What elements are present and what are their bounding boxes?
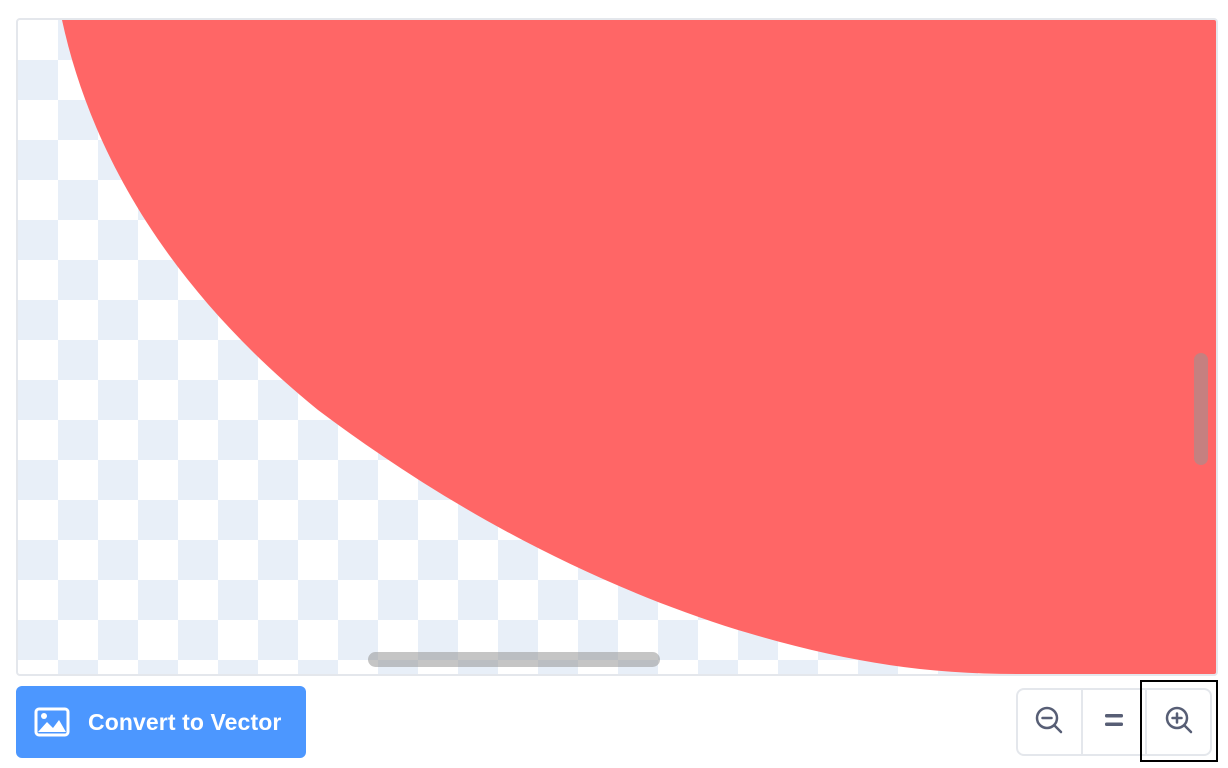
equals-icon [1103, 712, 1125, 733]
paint-canvas[interactable] [16, 18, 1218, 676]
horizontal-scrollbar[interactable] [368, 652, 660, 667]
vertical-scrollbar[interactable] [1194, 353, 1208, 465]
zoom-out-icon [1034, 705, 1064, 740]
zoom-controls [1016, 688, 1212, 756]
zoom-in-icon [1164, 705, 1194, 740]
red-shape [62, 20, 1216, 674]
convert-to-vector-button[interactable]: Convert to Vector [16, 686, 306, 758]
convert-button-label: Convert to Vector [88, 708, 282, 735]
zoom-reset-button[interactable] [1080, 690, 1146, 754]
zoom-out-button[interactable] [1018, 690, 1081, 754]
image-icon [34, 707, 70, 737]
zoom-in-button[interactable] [1145, 690, 1210, 754]
